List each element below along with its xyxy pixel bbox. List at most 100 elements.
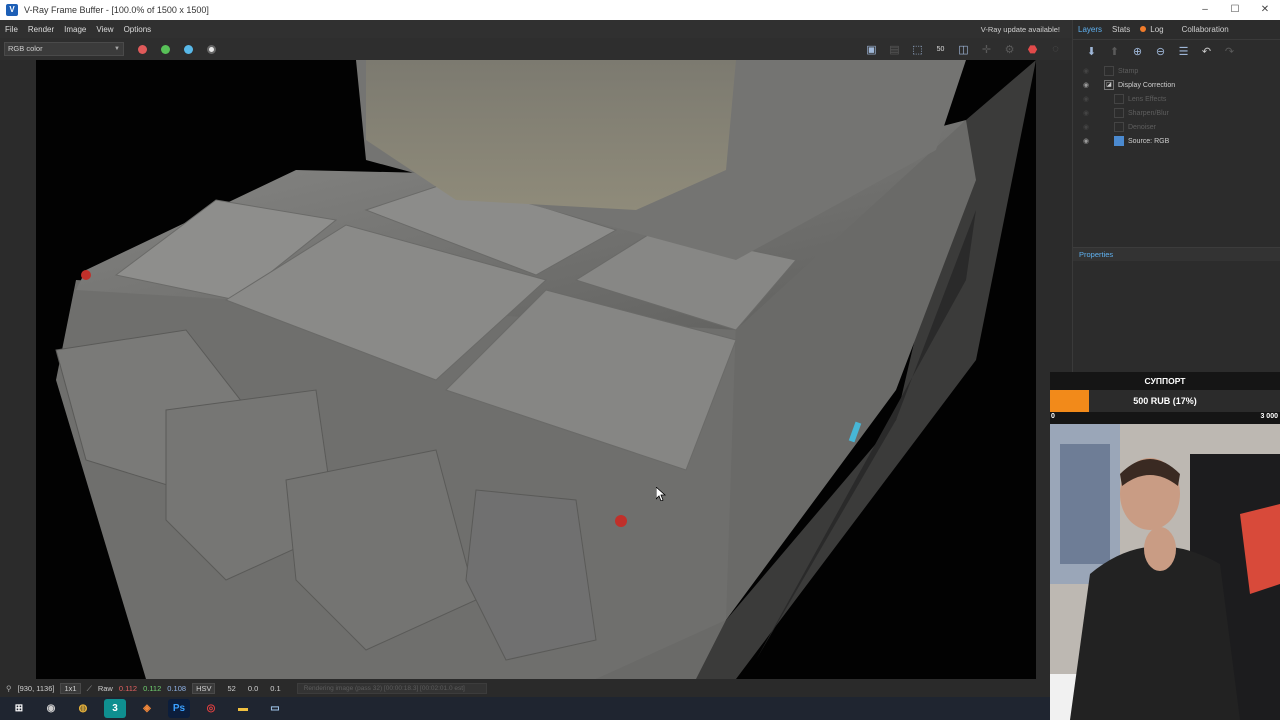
layer-name: Lens Effects xyxy=(1128,95,1167,103)
green-channel-toggle[interactable] xyxy=(161,44,170,54)
pixel-green-value: 0.112 xyxy=(143,684,162,693)
menu-view[interactable]: View xyxy=(91,25,118,34)
minimize-button[interactable]: – xyxy=(1190,0,1220,20)
eye-icon[interactable]: ◉ xyxy=(1080,137,1092,145)
layer-list-icon[interactable]: ☰ xyxy=(1175,43,1192,59)
pixel-hue-value: 52 xyxy=(227,684,236,693)
panel-tabs: Layers Stats Log Collaboration xyxy=(1073,20,1280,40)
tab-collaboration[interactable]: Collaboration xyxy=(1177,25,1234,34)
layers-panel: Layers Stats Log Collaboration ⬇ ⬆ ⊕ ⊖ ☰… xyxy=(1072,20,1280,385)
render-viewport[interactable] xyxy=(36,60,1036,679)
eye-icon[interactable]: ◉ xyxy=(1080,109,1092,117)
eye-icon[interactable]: ◉ xyxy=(1080,67,1092,75)
lens-effects-icon xyxy=(1114,94,1124,104)
chevron-down-icon: ▼ xyxy=(114,46,120,52)
photoshop-icon[interactable]: Ps xyxy=(168,699,190,718)
save-icon[interactable]: ▣ xyxy=(863,41,880,57)
properties-header[interactable]: Properties xyxy=(1073,247,1280,261)
support-max: 3 000 xyxy=(1260,413,1278,420)
tab-layers[interactable]: Layers xyxy=(1073,25,1107,34)
support-min: 0 xyxy=(1051,413,1055,420)
delete-layer-icon[interactable]: ⊖ xyxy=(1152,43,1169,59)
maximize-button[interactable]: ☐ xyxy=(1220,0,1250,20)
support-title: СУППОРТ xyxy=(1144,376,1186,386)
pixel-coords: [930, 1136] xyxy=(17,684,55,693)
lock-icon[interactable]: ⚲ xyxy=(6,684,12,693)
layer-name: Display Correction xyxy=(1118,81,1176,89)
channel-select[interactable]: RGB color ▼ xyxy=(4,42,124,56)
create-layer-icon[interactable]: ⊕ xyxy=(1129,43,1146,59)
layer-item[interactable]: ◉ Denoiser xyxy=(1073,120,1280,134)
layer-tools: ⬇ ⬆ ⊕ ⊖ ☰ ↶ ↷ xyxy=(1073,40,1280,62)
tab-stats[interactable]: Stats xyxy=(1107,25,1135,34)
menu-render[interactable]: Render xyxy=(23,25,59,34)
link-icon[interactable]: ⚙ xyxy=(1001,41,1018,57)
render-icon[interactable]: ⬣ xyxy=(1024,41,1041,57)
display-correction-icon: ◪ xyxy=(1104,80,1114,90)
alpha-channel-toggle[interactable] xyxy=(207,44,216,54)
layer-name: Stamp xyxy=(1118,67,1139,75)
menu-options[interactable]: Options xyxy=(119,25,157,34)
os-taskbar: ⊞ ◉ ◍ 3 ◈ Ps ◎ ▬ ▭ xyxy=(0,697,1050,720)
save-all-icon[interactable]: ▤ xyxy=(886,41,903,57)
menu-bar: File Render Image View Options V-Ray upd… xyxy=(0,20,1072,38)
stop-icon[interactable]: ◌ xyxy=(1047,41,1064,57)
layer-name: Source: RGB xyxy=(1128,137,1170,145)
stamp-layer-icon xyxy=(1104,66,1114,76)
blue-channel-toggle[interactable] xyxy=(184,44,193,54)
explorer-icon[interactable]: ▬ xyxy=(232,699,254,718)
update-available-link[interactable]: V-Ray update available! xyxy=(981,25,1060,34)
window-controls: – ☐ ✕ xyxy=(1190,0,1280,20)
zoom-select[interactable]: 1x1 xyxy=(60,683,81,694)
vfb-icon[interactable]: ▭ xyxy=(264,699,286,718)
support-progress-bar: 500 RUB (17%) xyxy=(1050,390,1280,412)
track-icon[interactable]: ✛ xyxy=(978,41,995,57)
eye-icon[interactable]: ◉ xyxy=(1080,95,1092,103)
denoiser-icon xyxy=(1114,122,1124,132)
viewport-left-margin xyxy=(0,60,36,679)
layer-item[interactable]: ◉ Stamp xyxy=(1073,64,1280,78)
tab-log[interactable]: Log xyxy=(1135,25,1168,34)
streamer-webcam-image xyxy=(1050,424,1280,720)
webcam-overlay xyxy=(1050,424,1280,720)
source-rgb-icon xyxy=(1114,136,1124,146)
channel-select-value: RGB color xyxy=(8,44,43,53)
layer-item[interactable]: ◉ ◪ Display Correction xyxy=(1073,78,1280,92)
eye-icon[interactable]: ◉ xyxy=(1080,81,1092,89)
layer-tree: ◉ Stamp ◉ ◪ Display Correction ◉ Lens Ef… xyxy=(1073,64,1280,148)
render-progress: Rendering image (pass 32) [00:00:18.3] [… xyxy=(296,683,487,694)
toolbar: RGB color ▼ ▣ ▤ ⬚ 50 ◫ ✛ ⚙ ⬣ ◌ xyxy=(0,38,1072,60)
pixel-blue-value: 0.108 xyxy=(167,684,187,693)
davinci-icon[interactable]: ◎ xyxy=(200,699,222,718)
red-channel-toggle[interactable] xyxy=(138,44,147,54)
eye-icon[interactable]: ◉ xyxy=(1080,123,1092,131)
sharpen-blur-icon xyxy=(1114,108,1124,118)
support-widget: СУППОРТ 500 RUB (17%) 0 3 000 xyxy=(1050,372,1280,424)
color-space-select[interactable]: HSV xyxy=(192,683,216,694)
close-button[interactable]: ✕ xyxy=(1250,0,1280,20)
redo-icon[interactable]: ↷ xyxy=(1221,43,1238,59)
log-alert-icon xyxy=(1140,26,1147,32)
menu-file[interactable]: File xyxy=(0,25,23,34)
load-layers-icon[interactable]: ⬇ xyxy=(1083,43,1100,59)
rendered-tank-image xyxy=(55,60,1036,679)
undo-icon[interactable]: ↶ xyxy=(1198,43,1215,59)
eyedropper-icon[interactable]: ⟋ xyxy=(87,684,92,694)
3dsmax-icon[interactable]: 3 xyxy=(104,699,126,718)
obs-icon[interactable]: ◉ xyxy=(40,699,62,718)
save-layers-icon[interactable]: ⬆ xyxy=(1106,43,1123,59)
menu-image[interactable]: Image xyxy=(59,25,91,34)
pixel-red-value: 0.112 xyxy=(118,684,138,693)
status-bar: ⚲ [930, 1136] 1x1 ⟋ Raw 0.112 0.112 0.10… xyxy=(0,680,1050,697)
layer-item[interactable]: ◉ Lens Effects xyxy=(1073,92,1280,106)
chrome-icon[interactable]: ◍ xyxy=(72,699,94,718)
region-icon[interactable]: ⬚ xyxy=(909,41,926,57)
zoom-50-icon[interactable]: 50 xyxy=(932,41,949,57)
display-mode-raw[interactable]: Raw xyxy=(98,684,113,693)
fit-icon[interactable]: ◫ xyxy=(955,41,972,57)
tab-log-label: Log xyxy=(1150,25,1164,34)
layer-item[interactable]: ◉ Source: RGB xyxy=(1073,134,1280,148)
blender-icon[interactable]: ◈ xyxy=(136,699,158,718)
windows-icon[interactable]: ⊞ xyxy=(8,699,30,718)
layer-item[interactable]: ◉ Sharpen/Blur xyxy=(1073,106,1280,120)
